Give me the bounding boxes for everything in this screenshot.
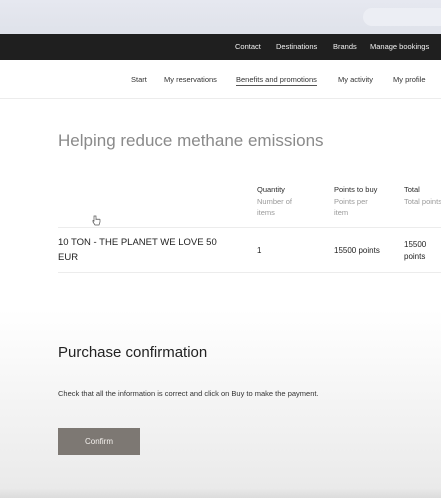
purchase-instruction: Check that all the information is correc… — [58, 389, 319, 398]
confirm-button[interactable]: Confirm — [58, 428, 140, 455]
subnav-my-profile[interactable]: My profile — [393, 75, 426, 84]
header-quantity: Quantity Number of items — [257, 184, 292, 219]
header-quantity-sub-1: Number of — [257, 196, 293, 206]
header-points-sub-1: Points per — [334, 196, 368, 206]
topbar-link-destinations[interactable]: Destinations — [276, 42, 317, 51]
browser-tab-strip — [0, 0, 441, 34]
mouse-pointer-icon — [92, 215, 101, 226]
header-quantity-label: Quantity — [257, 185, 285, 194]
browser-tab[interactable] — [363, 8, 441, 26]
header-total-sub-1: Total points — [404, 196, 441, 206]
topbar-link-manage-bookings[interactable]: Manage bookings — [370, 42, 429, 51]
topbar-link-contact[interactable]: Contact — [235, 42, 261, 51]
item-quantity: 1 — [257, 246, 262, 255]
topbar-link-brands[interactable]: Brands — [333, 42, 357, 51]
item-name-line-2: EUR — [58, 251, 79, 263]
subnav-my-activity[interactable]: My activity — [338, 75, 373, 84]
table-divider-bottom — [58, 272, 441, 273]
header-points-sub-2: item — [334, 208, 349, 217]
item-name-line-1: 10 TON - THE PLANET WE LOVE 50 — [58, 237, 217, 248]
subnav-benefits-and-promotions[interactable]: Benefits and promotions — [236, 75, 317, 86]
item-name: 10 TON - THE PLANET WE LOVE 50 EUR — [58, 236, 233, 265]
header-total-label: Total — [404, 185, 420, 194]
section-title: Helping reduce methane emissions — [58, 131, 324, 150]
item-total-line-2: points — [404, 252, 426, 261]
table-divider-top — [58, 227, 441, 228]
header-points: Points to buy Points per item — [334, 184, 377, 219]
purchase-title: Purchase confirmation — [58, 344, 208, 361]
header-total: Total Total points — [404, 184, 441, 207]
top-utility-bar: Contact Destinations Brands Manage booki… — [0, 34, 441, 60]
item-total-line-1: 15500 — [404, 240, 427, 249]
header-quantity-sub-2: items — [257, 208, 275, 217]
item-total: 15500 points — [404, 239, 426, 263]
header-points-label: Points to buy — [334, 185, 378, 194]
subnav-my-reservations[interactable]: My reservations — [164, 75, 217, 84]
subnav-start[interactable]: Start — [131, 75, 147, 84]
purchase-section-background — [0, 310, 441, 498]
account-subnav: Start My reservations Benefits and promo… — [0, 60, 441, 99]
bottom-fade — [0, 488, 441, 498]
item-points: 15500 points — [334, 246, 380, 255]
